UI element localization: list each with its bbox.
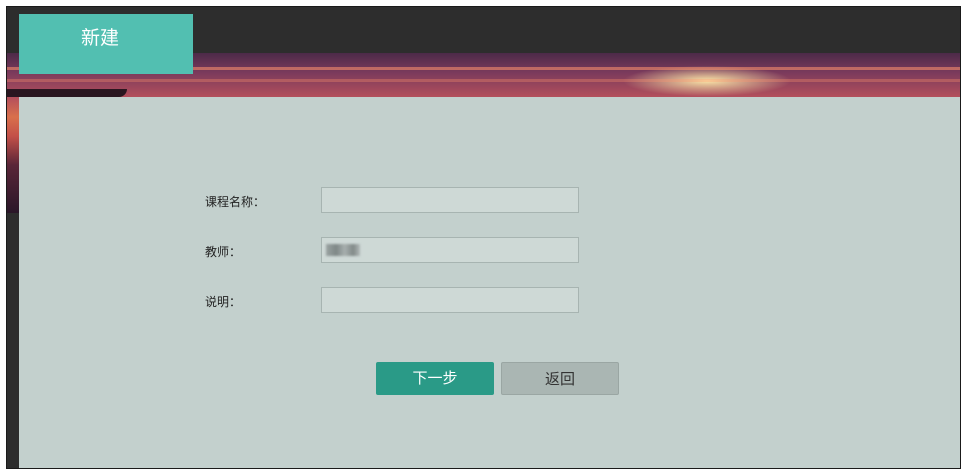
redacted-teacher-name: [326, 244, 360, 256]
form-panel: 课程名称： 教师： 说明： 下一步 返回: [19, 97, 960, 468]
teacher-input[interactable]: [321, 237, 579, 263]
banner-shoreline: [7, 89, 127, 97]
course-name-input[interactable]: [321, 187, 579, 213]
app-window: 新建 课程名称： 教师： 说明： 下一步 返回: [6, 6, 961, 469]
description-label: 说明：: [205, 295, 242, 309]
banner-cloud-streak: [7, 79, 960, 82]
teacher-label: 教师：: [205, 245, 242, 259]
description-input[interactable]: [321, 287, 579, 313]
back-button[interactable]: 返回: [501, 362, 619, 395]
next-step-button[interactable]: 下一步: [376, 362, 494, 395]
tab-new[interactable]: 新建: [19, 14, 193, 74]
course-name-label: 课程名称：: [205, 195, 266, 209]
